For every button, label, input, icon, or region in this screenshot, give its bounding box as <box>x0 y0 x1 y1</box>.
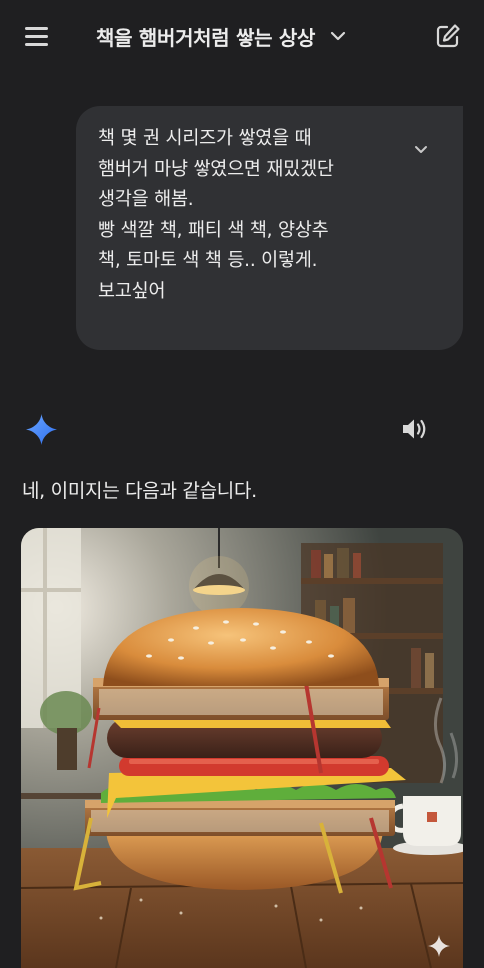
conversation-title: 책을 햄버거처럼 쌓는 상상 <box>96 25 316 50</box>
edit-square-icon[interactable] <box>434 22 462 50</box>
assistant-response-text: 네, 이미지는 다음과 같습니다. <box>22 480 257 502</box>
book-burger-illustration <box>21 528 463 968</box>
expand-message-chevron-icon[interactable] <box>410 138 432 160</box>
chevron-down-icon <box>330 31 346 41</box>
conversation-title-dropdown[interactable]: 책을 햄버거처럼 쌓는 상상 <box>96 20 347 52</box>
speaker-icon[interactable] <box>400 415 430 443</box>
sparkle-watermark-icon <box>428 935 450 957</box>
user-message-bubble: 책 몇 권 시리즈가 쌓였을 때 햄버거 마냥 쌓였으면 재밌겠단 생각을 해봄… <box>76 106 463 350</box>
user-message-text: 책 몇 권 시리즈가 쌓였을 때 햄버거 마냥 쌓였으면 재밌겠단 생각을 해봄… <box>98 128 334 302</box>
generated-image-book-burger[interactable] <box>21 528 463 968</box>
top-bar: 책을 햄버거처럼 쌓는 상상 <box>0 0 484 72</box>
gemini-sparkle-icon <box>26 414 57 445</box>
hamburger-menu-icon[interactable] <box>22 22 52 50</box>
